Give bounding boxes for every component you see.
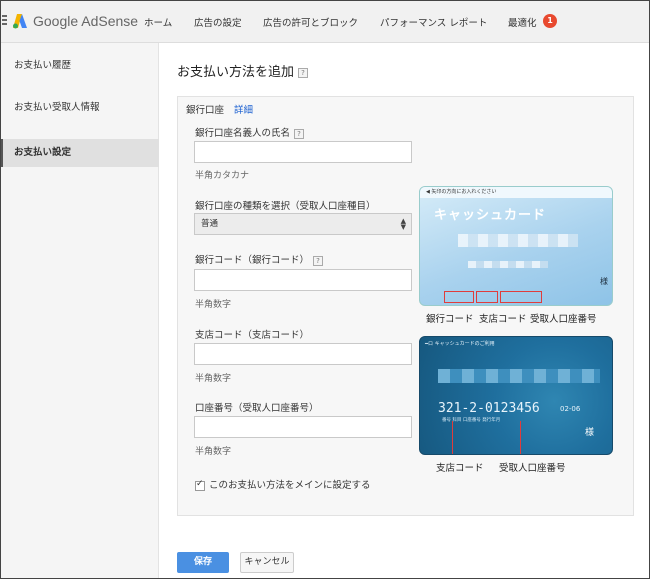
- help-icon[interactable]: ?: [294, 128, 305, 139]
- nav-allow-block[interactable]: 広告の許可とブロック: [263, 15, 358, 29]
- top-app-bar: Google AdSense ホーム 広告の設定 広告の許可とブロック パフォー…: [1, 1, 649, 43]
- sidebar-item-payment-history[interactable]: お支払い履歴: [1, 52, 159, 80]
- select-arrows-icon: ▲ ▼: [400, 217, 406, 231]
- nav-home[interactable]: ホーム: [144, 15, 172, 29]
- card-honorific: 様: [585, 428, 595, 438]
- account-type-label: 銀行口座の種類を選択（受取人口座種目）: [195, 201, 376, 212]
- nav-ad-settings[interactable]: 広告の設定: [194, 15, 242, 29]
- caption-back-branch-code: 支店コード: [436, 463, 484, 474]
- card-back-ribbon: ━ロ キャッシュカードのご利用: [425, 341, 495, 347]
- account-type-select[interactable]: 普通 ▲ ▼: [194, 213, 412, 235]
- primary-method-checkbox[interactable]: [195, 479, 205, 491]
- page-title-text: お支払い方法を追加: [177, 65, 295, 80]
- bank-code-label: 銀行コード（銀行コード）?: [195, 252, 324, 266]
- caption-back-account-number: 受取人口座番号: [499, 463, 566, 474]
- bank-code-hint: 半角数字: [195, 300, 232, 310]
- caption-account-number: 受取人口座番号: [530, 314, 597, 325]
- nav-optimization[interactable]: 最適化: [508, 15, 537, 29]
- card-brand-text: キャッシュカード: [434, 208, 547, 223]
- primary-method-label: このお支払い方法をメインに設定する: [209, 480, 371, 491]
- bank-code-label-text: 銀行コード（銀行コード）: [195, 255, 310, 266]
- card-issue-date: 02-06: [560, 405, 581, 413]
- branch-code-hint: 半角数字: [195, 374, 232, 384]
- card-honorific: 様: [600, 277, 608, 286]
- adsense-window: Google AdSense ホーム 広告の設定 広告の許可とブロック パフォー…: [0, 0, 650, 579]
- account-name-label-text: 銀行口座名義人の氏名: [195, 128, 291, 139]
- brand-name: Google AdSense: [33, 13, 139, 29]
- bank-code-input[interactable]: [194, 269, 412, 291]
- account-name-input[interactable]: [194, 141, 412, 163]
- branch-code-highlight: [476, 291, 498, 303]
- sidebar: お支払い履歴 お支払い受取人情報 お支払い設定: [1, 43, 159, 578]
- caption-branch-code: 支店コード: [479, 314, 527, 325]
- cash-card-front-illustration: ◀ 矢印の方向にお入れください キャッシュカード 様: [419, 186, 613, 306]
- blurred-card-name: [458, 234, 578, 247]
- account-number-label: 口座番号（受取人口座番号）: [195, 403, 319, 414]
- nav-performance-reports[interactable]: パフォーマンス レポート: [380, 15, 487, 29]
- sidebar-item-payee-info[interactable]: お支払い受取人情報: [1, 94, 159, 122]
- card-account-numbers: 321-2-0123456: [438, 401, 540, 416]
- branch-code-input[interactable]: [194, 343, 412, 365]
- page-title: お支払い方法を追加?: [177, 61, 309, 80]
- account-number-input[interactable]: [194, 416, 412, 438]
- account-name-hint: 半角カタカナ: [195, 171, 250, 181]
- bank-account-tab-label: 銀行口座: [186, 105, 225, 116]
- account-number-pointer: [520, 421, 521, 454]
- blurred-card-detail: [468, 261, 548, 268]
- card-field-labels: 番号 科目 口座番号 発行年月: [442, 418, 501, 423]
- details-link[interactable]: 詳細: [234, 102, 253, 116]
- caption-bank-code: 銀行コード: [426, 314, 474, 325]
- branch-code-pointer: [452, 421, 453, 454]
- help-icon[interactable]: ?: [298, 67, 309, 78]
- save-button[interactable]: 保存: [177, 552, 229, 573]
- account-number-highlight: [500, 291, 542, 303]
- help-icon[interactable]: ?: [313, 255, 324, 266]
- card-insert-instruction: ◀ 矢印の方向にお入れください: [426, 189, 497, 195]
- cash-card-back-illustration: ━ロ キャッシュカードのご利用 321-2-0123456 02-06 番号 科…: [419, 336, 613, 455]
- cancel-button[interactable]: キャンセル: [240, 552, 294, 573]
- account-number-hint: 半角数字: [195, 447, 232, 457]
- account-name-label: 銀行口座名義人の氏名?: [195, 125, 305, 139]
- blurred-card-name: [438, 369, 600, 383]
- sidebar-item-payment-settings[interactable]: お支払い設定: [1, 139, 159, 167]
- primary-method-checkbox-row[interactable]: このお支払い方法をメインに設定する: [195, 477, 371, 491]
- menu-icon[interactable]: [2, 15, 7, 27]
- branch-code-label: 支店コード（支店コード）: [195, 330, 310, 341]
- adsense-logo-icon: [13, 14, 27, 29]
- optimization-badge: 1: [543, 14, 557, 28]
- account-type-value: 普通: [201, 219, 219, 229]
- bank-code-highlight: [444, 291, 474, 303]
